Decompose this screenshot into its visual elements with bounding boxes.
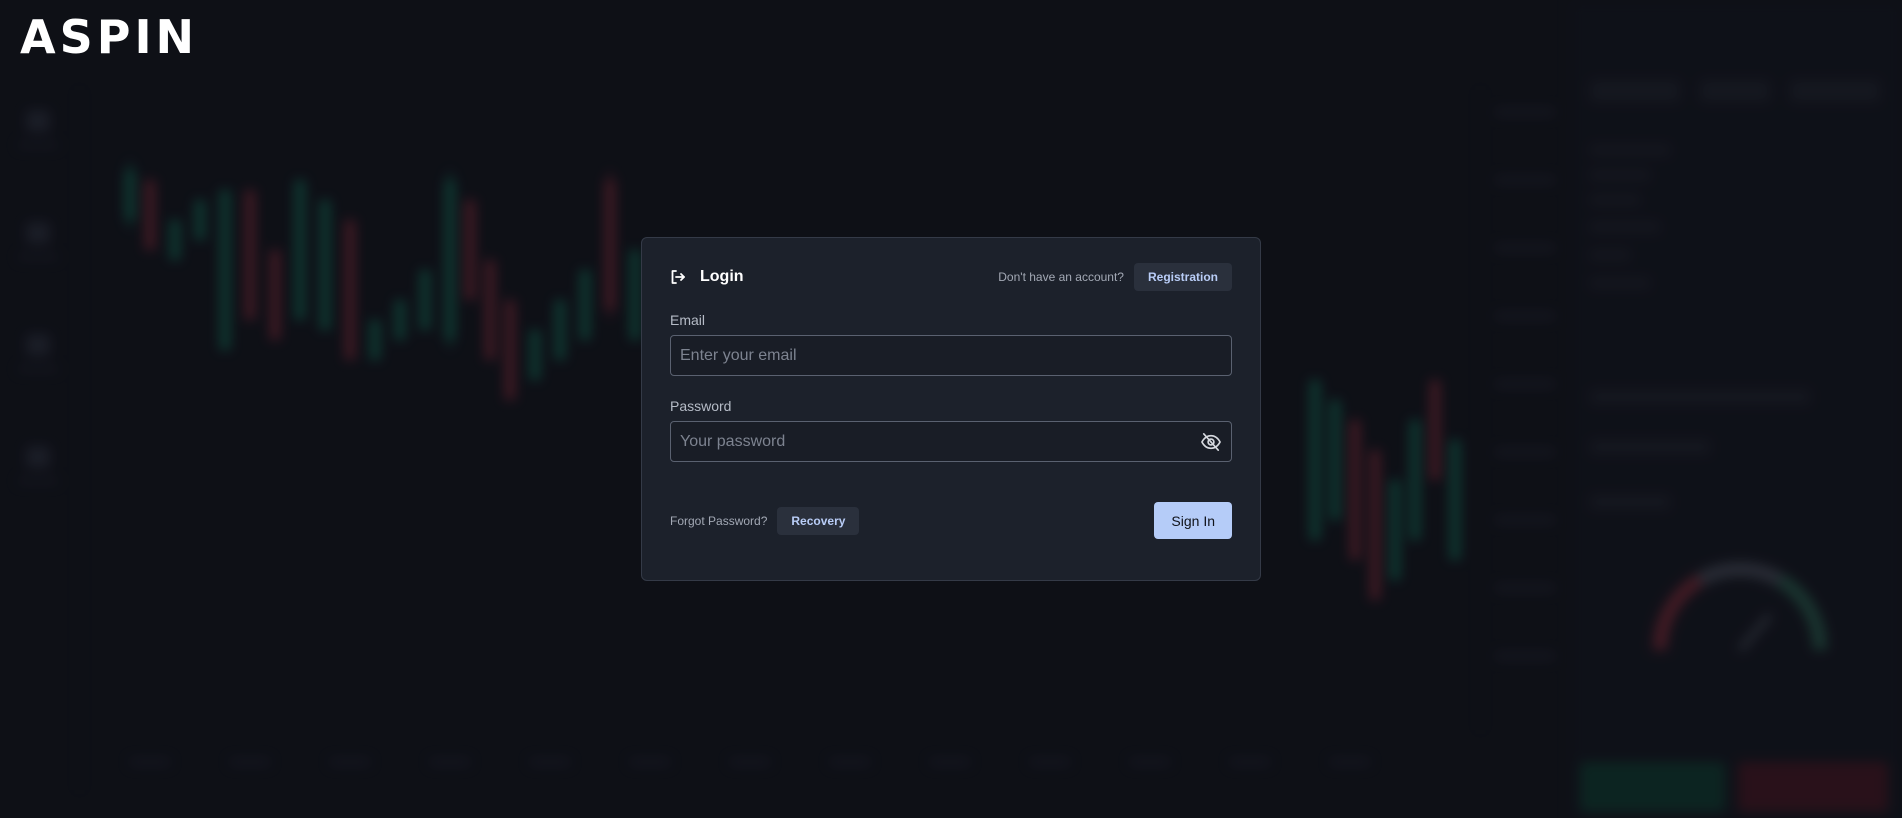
eye-off-icon[interactable] [1199, 431, 1223, 453]
sign-in-button[interactable]: Sign In [1154, 502, 1232, 539]
login-title-text: Login [700, 268, 744, 285]
email-field[interactable] [671, 336, 1231, 375]
registration-prompt: Don't have an account? Registration [998, 263, 1232, 291]
forgot-password-text: Forgot Password? [670, 513, 768, 528]
password-field-wrapper [670, 421, 1232, 462]
login-modal-header: Login Don't have an account? Registratio… [670, 263, 1232, 291]
login-icon [670, 269, 686, 285]
recovery-prompt: Forgot Password? Recovery [670, 506, 860, 535]
registration-button[interactable]: Registration [1133, 263, 1232, 291]
brand-logo: ASPIN [20, 10, 199, 64]
login-modal: Login Don't have an account? Registratio… [641, 237, 1261, 581]
email-label: Email [670, 312, 706, 328]
password-field[interactable] [671, 422, 1231, 461]
login-modal-footer: Forgot Password? Recovery Sign In [670, 502, 1232, 539]
recovery-button[interactable]: Recovery [777, 506, 860, 535]
no-account-text: Don't have an account? [998, 270, 1124, 284]
login-title: Login [670, 268, 744, 286]
password-label: Password [670, 398, 732, 414]
email-field-wrapper [670, 335, 1232, 376]
